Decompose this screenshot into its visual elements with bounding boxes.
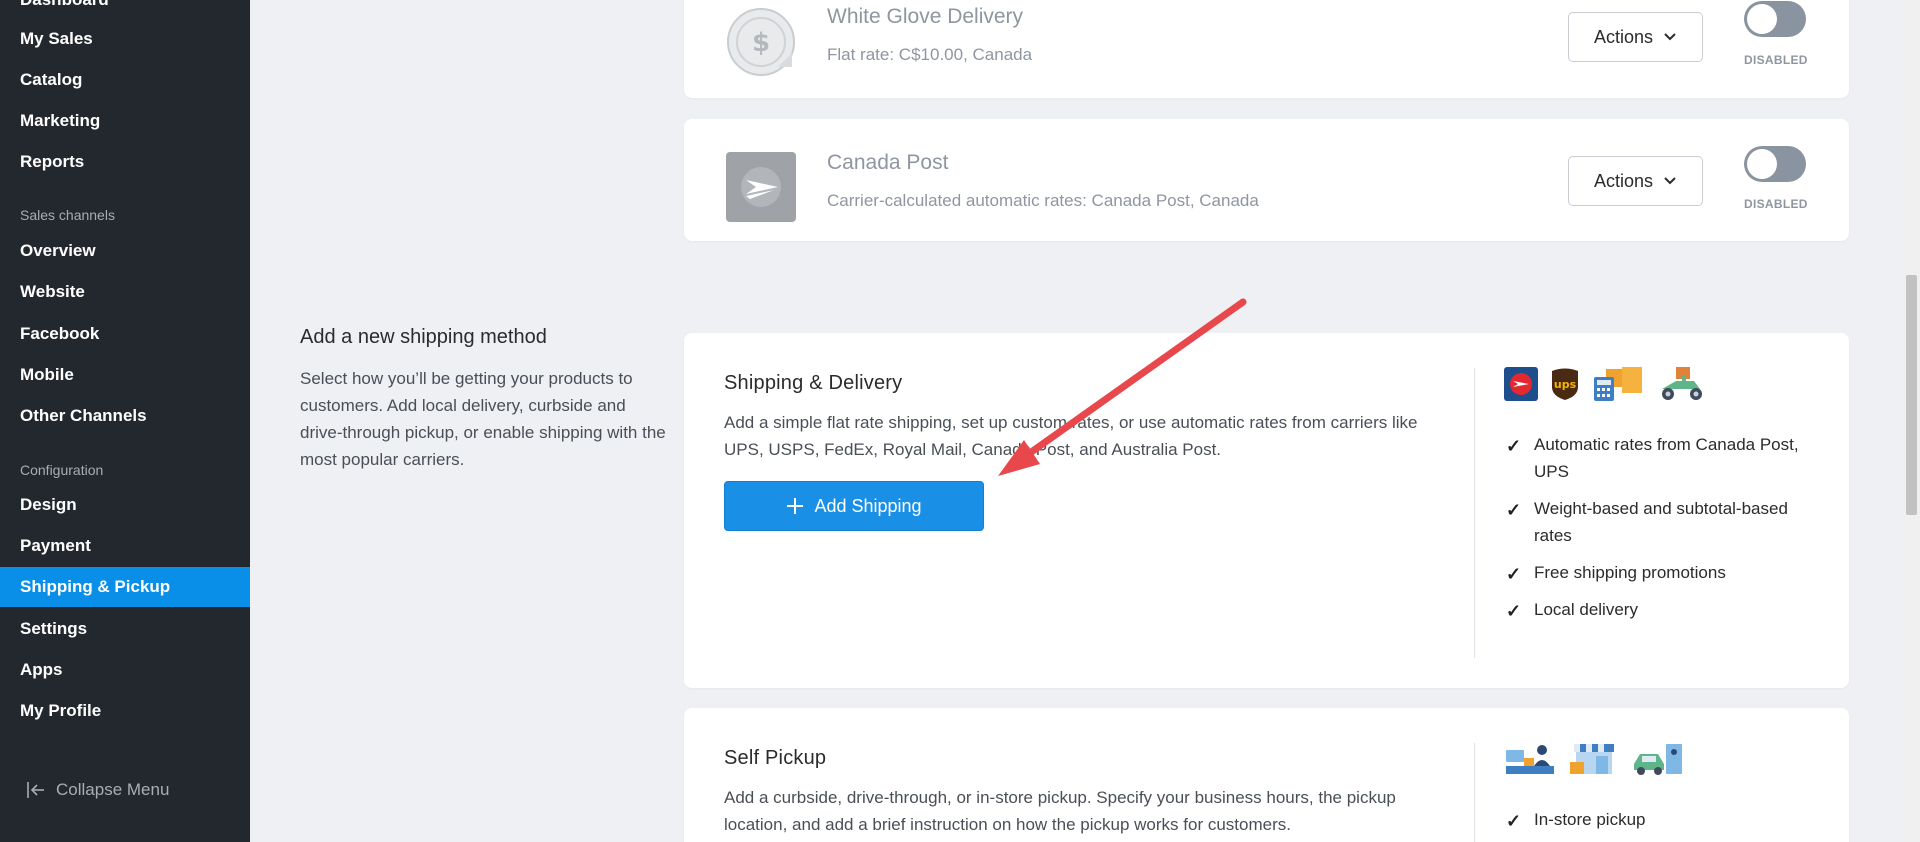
feature-text: Local delivery <box>1534 600 1638 619</box>
scrollbar[interactable] <box>1903 0 1920 842</box>
carrier-icons: ups <box>1504 367 1708 401</box>
sidebar-item-apps[interactable]: Apps <box>0 650 250 690</box>
method-title: Canada Post <box>827 151 949 174</box>
car-pickup-icon <box>1634 744 1682 775</box>
store-counter-icon <box>1506 745 1554 774</box>
sidebar-item-reports[interactable]: Reports <box>0 142 250 182</box>
actions-label: Actions <box>1593 26 1654 47</box>
svg-text:$: $ <box>752 28 770 58</box>
shipping-method-card: $ White Glove Delivery Flat rate: C$10.0… <box>684 0 1849 98</box>
sidebar-item-other-channels[interactable]: Other Channels <box>0 396 250 436</box>
checkmark-icon: ✓ <box>1506 564 1522 584</box>
canada-post-logo-icon <box>726 152 796 222</box>
sidebar-section-configuration: Configuration <box>20 462 104 478</box>
svg-text:ups: ups <box>1554 378 1577 391</box>
actions-dropdown-button[interactable]: Actions <box>1568 156 1703 206</box>
plus-icon <box>787 498 804 514</box>
collapse-menu-label: Collapse Menu <box>56 780 170 799</box>
dollar-sticker-icon: $ <box>726 7 796 77</box>
sidebar-item-shipping-pickup[interactable]: Shipping & Pickup <box>0 567 250 607</box>
sidebar-item-payment[interactable]: Payment <box>0 526 250 566</box>
status-label: DISABLED <box>1744 53 1808 67</box>
collapse-arrow-icon <box>27 782 44 798</box>
enable-toggle[interactable] <box>1744 1 1806 37</box>
list-item: ✓ In-store pickup <box>1504 806 1824 833</box>
sidebar-item-dashboard[interactable]: Dashboard <box>0 0 250 20</box>
checkmark-icon: ✓ <box>1506 436 1522 456</box>
method-title: White Glove Delivery <box>827 5 1024 28</box>
sidebar-item-my-profile[interactable]: My Profile <box>0 691 250 731</box>
status-label: DISABLED <box>1744 197 1808 211</box>
feature-text: Free shipping promotions <box>1534 563 1726 582</box>
sidebar-item-website[interactable]: Website <box>0 272 250 312</box>
sidebar-item-mobile[interactable]: Mobile <box>0 355 250 395</box>
sidebar: Dashboard My Sales Catalog Marketing Rep… <box>0 0 250 842</box>
pickup-icons <box>1504 742 1684 776</box>
sidebar-item-marketing[interactable]: Marketing <box>0 101 250 141</box>
delivery-scooter-icon <box>1662 367 1702 400</box>
section-description: Select how you’ll be getting your produc… <box>300 369 666 469</box>
sidebar-item-facebook[interactable]: Facebook <box>0 314 250 354</box>
add-shipping-label: Add Shipping <box>814 495 922 516</box>
actions-dropdown-button[interactable]: Actions <box>1568 12 1703 62</box>
feature-list: ✓ In-store pickup <box>1504 806 1824 842</box>
storefront-icon <box>1570 744 1614 774</box>
chevron-down-icon <box>1664 33 1676 41</box>
chevron-down-icon <box>1664 177 1676 185</box>
ups-icon: ups <box>1552 368 1578 400</box>
divider <box>1474 743 1475 842</box>
checkmark-icon: ✓ <box>1506 601 1522 621</box>
feature-text: In-store pickup <box>1534 810 1646 829</box>
add-shipping-button[interactable]: Add Shipping <box>724 481 984 531</box>
calculator-boxes-icon <box>1594 367 1642 401</box>
list-item: ✓ Weight-based and subtotal-based rates <box>1504 495 1824 549</box>
list-item: ✓ Free shipping promotions <box>1504 559 1824 586</box>
card-title: Shipping & Delivery <box>724 372 903 394</box>
method-subtitle: Carrier-calculated automatic rates: Cana… <box>827 191 1259 210</box>
feature-list: ✓ Automatic rates from Canada Post, UPS ✓… <box>1504 431 1824 633</box>
feature-text: Weight-based and subtotal-based rates <box>1534 499 1788 545</box>
card-title: Self Pickup <box>724 747 827 769</box>
list-item: ✓ Local delivery <box>1504 596 1824 623</box>
sidebar-item-settings[interactable]: Settings <box>0 609 250 649</box>
section-title: Add a new shipping method <box>300 326 547 348</box>
sidebar-item-my-sales[interactable]: My Sales <box>0 19 250 59</box>
shipping-delivery-card: Shipping & Delivery Add a simple flat ra… <box>684 333 1849 688</box>
checkmark-icon: ✓ <box>1506 811 1522 831</box>
sidebar-item-design[interactable]: Design <box>0 485 250 525</box>
shipping-method-card: Canada Post Carrier-calculated automatic… <box>684 119 1849 241</box>
sidebar-item-catalog[interactable]: Catalog <box>0 60 250 100</box>
card-description: Add a simple flat rate shipping, set up … <box>724 413 1418 459</box>
divider <box>1474 368 1475 658</box>
canada-post-icon <box>1504 367 1538 401</box>
list-item: ✓ Automatic rates from Canada Post, UPS <box>1504 431 1824 485</box>
scrollbar-thumb[interactable] <box>1906 275 1917 515</box>
sidebar-section-sales-channels: Sales channels <box>20 207 115 223</box>
self-pickup-card: Self Pickup Add a curbside, drive-throug… <box>684 708 1849 842</box>
enable-toggle[interactable] <box>1744 146 1806 182</box>
card-description: Add a curbside, drive-through, or in-sto… <box>724 788 1396 834</box>
actions-label: Actions <box>1593 170 1654 191</box>
collapse-menu-button[interactable]: Collapse Menu <box>26 780 169 800</box>
checkmark-icon: ✓ <box>1506 500 1522 520</box>
feature-text: Automatic rates from Canada Post, UPS <box>1534 435 1799 481</box>
method-subtitle: Flat rate: C$10.00, Canada <box>827 45 1033 64</box>
sidebar-item-overview[interactable]: Overview <box>0 231 250 271</box>
